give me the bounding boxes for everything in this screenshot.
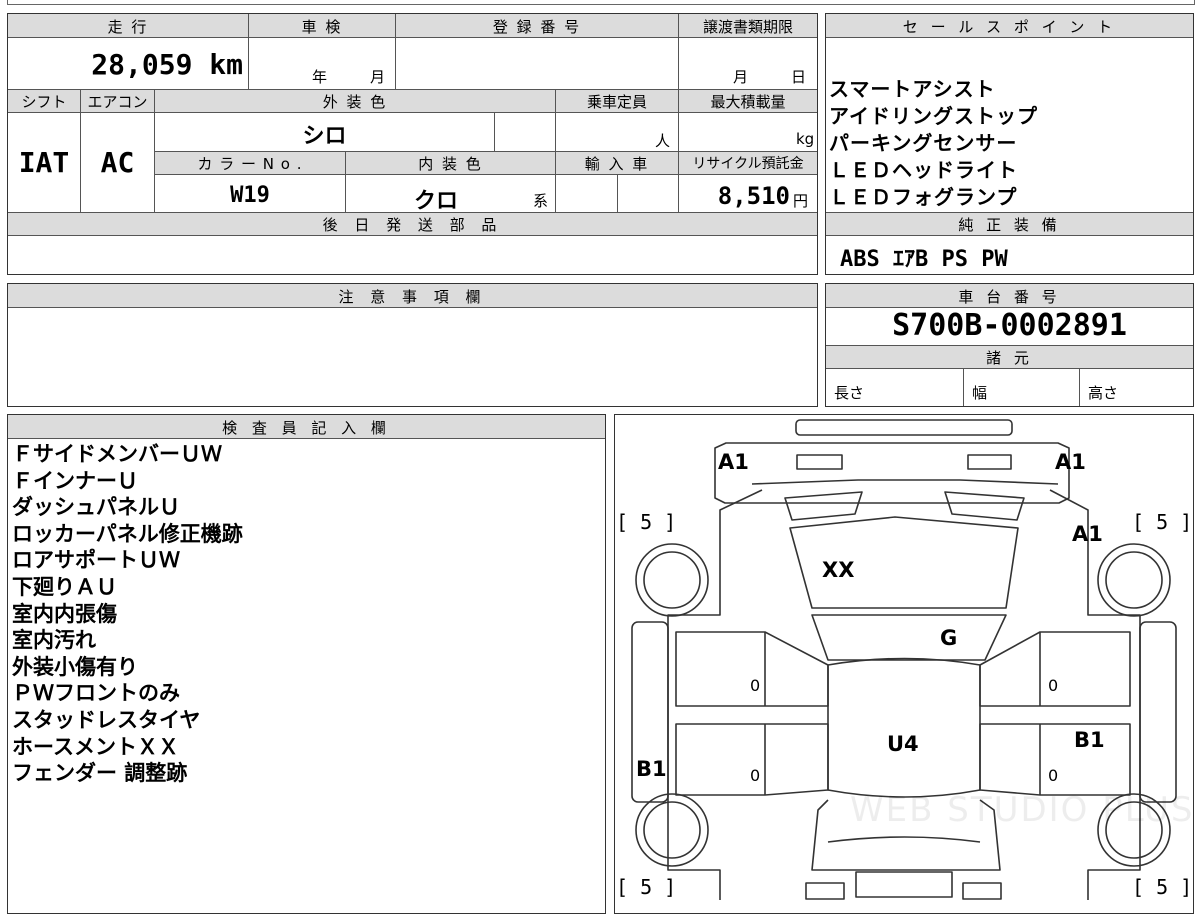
sales-point-label: セ ー ル ス ポ イ ン ト: [902, 18, 1117, 36]
sales-point-item: スマートアシスト: [829, 77, 996, 101]
col-line: [963, 368, 964, 406]
inspector-note: ロアサポートＵＷ: [12, 548, 180, 573]
spec-height-label: 高さ: [1088, 384, 1119, 402]
ac-value: AC: [100, 146, 135, 179]
inspector-note: 室内内張傷: [12, 601, 117, 626]
door-mark-rear-left: 0: [750, 766, 761, 785]
inspector-label: 検 査 員 記 入 欄: [222, 419, 391, 437]
shift-label: シフト: [21, 93, 67, 111]
door-mark-rear-right: 0: [1048, 766, 1059, 785]
sales-point-item: ＬＥＤフォグランプ: [829, 185, 1018, 209]
exterior-color-value: シロ: [302, 124, 347, 149]
interior-color-value: クロ: [413, 189, 458, 214]
row-line: [8, 438, 605, 439]
capacity-unit: 人: [655, 132, 671, 150]
recycle-deposit-unit: 円: [793, 192, 809, 210]
transfer-deadline-label: 譲渡書類期限: [702, 18, 793, 36]
col-line: [678, 14, 679, 212]
caution-label: 注 意 事 項 欄: [338, 288, 487, 306]
inspector-note: ホースメントＸＸ: [12, 734, 179, 759]
damage-mark-roof: U4: [887, 732, 919, 756]
tire-tread-bottom-left: [ 5 ]: [616, 875, 677, 899]
tire-tread-top-left: [ 5 ]: [616, 510, 677, 534]
row-line: [826, 368, 1193, 369]
color-no-value: W19: [230, 183, 270, 208]
damage-mark-b1-right: B1: [1074, 728, 1105, 752]
sales-point-item: アイドリングストップ: [829, 104, 1038, 128]
tire-tread-top-right: [ 5 ]: [1132, 510, 1193, 534]
transfer-day: 日: [791, 68, 807, 86]
inspector-note: ＦサイドメンバーＵＷ: [12, 442, 222, 466]
col-line: [1079, 368, 1080, 406]
shift-value: IAT: [18, 146, 70, 179]
row-line: [155, 151, 817, 152]
chassis-number: S700B-0002891: [892, 308, 1127, 343]
damage-mark-windshield: XX: [822, 558, 855, 582]
interior-color-label: 内 装 色: [418, 155, 483, 173]
sales-point-item: パーキングセンサー: [829, 131, 1018, 155]
recycle-deposit-label: リサイクル預託金: [692, 156, 804, 172]
max-load-label: 最大積載量: [710, 93, 786, 111]
damage-diagram-box: [614, 414, 1194, 914]
damage-mark-a1-front-right: A1: [1055, 450, 1086, 474]
row-line: [826, 235, 1193, 236]
watermark: WEB STUDIO PLUS: [850, 790, 1195, 830]
top-cutoff-strip: [7, 0, 1195, 5]
row-line: [8, 235, 817, 236]
max-load-unit: kg: [796, 130, 815, 148]
door-mark-front-left: 0: [750, 676, 761, 695]
recycle-deposit-value: 8,510: [717, 182, 790, 210]
inspector-note: 外装小傷有り: [12, 654, 138, 679]
color-no-label: カ ラ ー N o .: [197, 155, 303, 173]
inspector-note: 室内汚れ: [12, 628, 96, 653]
transfer-month: 月: [733, 68, 749, 86]
inspector-note: ＦインナーＵ: [12, 468, 138, 493]
sales-point-item: ＬＥＤヘッドライト: [829, 158, 1018, 182]
row-line: [155, 174, 817, 175]
row-line: [8, 89, 817, 90]
row-line: [8, 112, 817, 113]
row-line: [826, 345, 1193, 346]
shaken-year: 年: [312, 68, 328, 86]
later-parts-label: 後 日 発 送 部 品: [322, 216, 503, 234]
chassis-label: 車 台 番 号: [958, 288, 1061, 306]
inspector-note: フェンダー 調整跡: [12, 761, 188, 786]
inspector-note: ＰＷフロントのみ: [12, 681, 180, 706]
capacity-label: 乗車定員: [586, 93, 647, 111]
damage-mark-a1-right-fender: A1: [1072, 522, 1103, 546]
inspector-note: ロッカーパネル修正機跡: [12, 521, 243, 546]
damage-mark-a1-front-left: A1: [718, 450, 749, 474]
interior-color-suffix: 系: [533, 192, 549, 210]
damage-mark-b1-left: B1: [636, 757, 667, 781]
shaken-month: 月: [370, 68, 386, 86]
equipment-value: ABS ｴｱB PS PW: [840, 247, 1008, 272]
registration-label: 登 録 番 号: [492, 18, 582, 36]
damage-mark-hood: G: [940, 626, 958, 650]
col-line: [494, 112, 495, 151]
row-line: [826, 37, 1193, 38]
inspector-note: スタッドレスタイヤ: [12, 708, 201, 732]
inspector-note: ダッシュパネルＵ: [12, 495, 180, 520]
door-mark-front-right: 0: [1048, 676, 1059, 695]
spec-length-label: 長さ: [834, 384, 865, 402]
shaken-label: 車 検: [301, 18, 343, 36]
mileage-label: 走 行: [107, 18, 149, 36]
row-line: [826, 212, 1193, 213]
row-line: [8, 307, 817, 308]
inspector-note: 下廻りＡＵ: [12, 575, 117, 599]
ac-label: エアコン: [87, 93, 148, 111]
equipment-label: 純 正 装 備: [958, 216, 1061, 234]
spec-width-label: 幅: [972, 384, 988, 402]
exterior-color-label: 外 装 色: [322, 93, 388, 111]
col-line: [617, 174, 618, 212]
tire-tread-bottom-right: [ 5 ]: [1132, 875, 1193, 899]
row-line: [8, 37, 817, 38]
specs-label: 諸 元: [986, 349, 1033, 367]
mileage-value: 28,059 km: [91, 48, 243, 81]
import-label: 輸 入 車: [584, 155, 650, 173]
